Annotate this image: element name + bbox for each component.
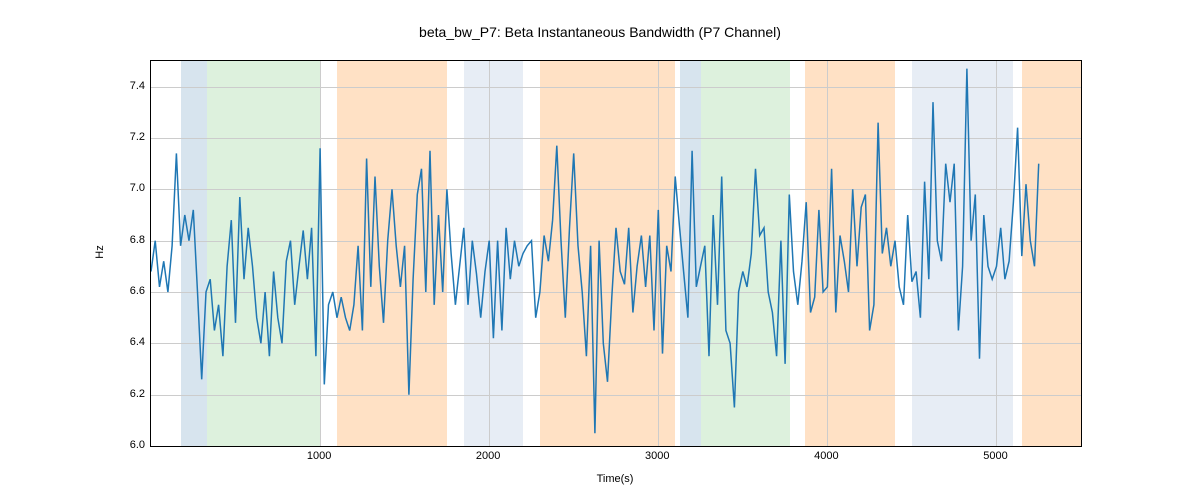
y-tick-label: 7.0 (105, 182, 145, 194)
line-plot-svg (151, 61, 1081, 446)
x-tick-label: 4000 (814, 450, 838, 462)
y-tick-label: 6.2 (105, 388, 145, 400)
x-tick-label: 5000 (983, 450, 1007, 462)
y-tick-label: 6.6 (105, 285, 145, 297)
y-tick-label: 7.2 (105, 131, 145, 143)
y-axis-label: Hz (94, 245, 106, 258)
grid-line (151, 446, 1081, 447)
y-tick-label: 6.8 (105, 234, 145, 246)
y-tick-label: 6.4 (105, 336, 145, 348)
x-tick-label: 3000 (645, 450, 669, 462)
y-tick-label: 7.4 (105, 80, 145, 92)
chart-title: beta_bw_P7: Beta Instantaneous Bandwidth… (0, 24, 1200, 40)
x-tick-label: 1000 (307, 450, 331, 462)
x-axis-label: Time(s) (597, 473, 634, 485)
x-tick-label: 2000 (476, 450, 500, 462)
y-tick-label: 6.0 (105, 439, 145, 451)
plot-area (150, 60, 1082, 447)
series-line (151, 69, 1039, 434)
chart-container: beta_bw_P7: Beta Instantaneous Bandwidth… (0, 0, 1200, 500)
